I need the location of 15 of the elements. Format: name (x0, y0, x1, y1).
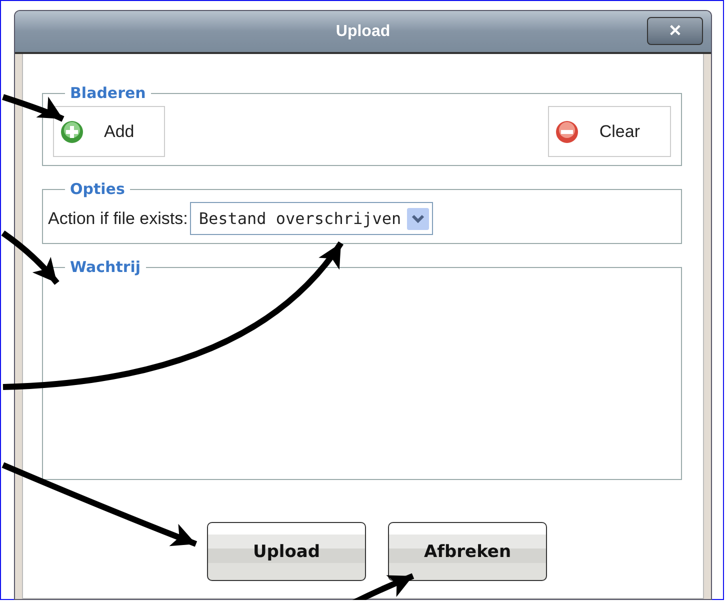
group-legend: Bladeren (65, 84, 151, 102)
group-legend: Wachtrij (65, 258, 146, 276)
cancel-button[interactable]: Afbreken (388, 522, 547, 581)
arrow (352, 573, 414, 600)
clear-button[interactable]: Clear (548, 106, 671, 157)
arrow (2, 94, 64, 122)
chevron-down-icon (407, 208, 430, 230)
window-title: Upload (336, 22, 390, 40)
upload-button[interactable]: Upload (207, 522, 366, 581)
add-button[interactable]: Add (53, 106, 166, 157)
field-label: Action if file exists: (48, 208, 188, 228)
dropdown[interactable]: Bestand overschrijven (190, 202, 434, 235)
plus-icon (60, 120, 84, 144)
group-legend: Opties (65, 180, 130, 198)
minus-icon (555, 120, 580, 144)
